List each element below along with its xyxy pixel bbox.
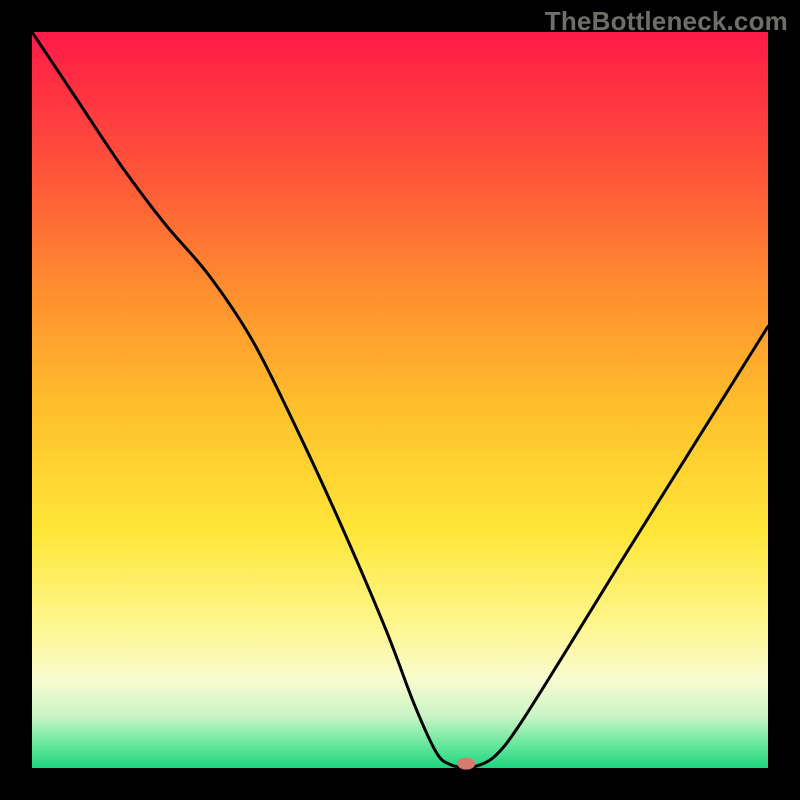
chart-container: TheBottleneck.com [0, 0, 800, 800]
plot-area [32, 32, 768, 770]
watermark-text: TheBottleneck.com [545, 6, 788, 37]
optimal-point-marker [457, 758, 475, 770]
chart-svg [0, 0, 800, 800]
plot-background [32, 32, 768, 768]
